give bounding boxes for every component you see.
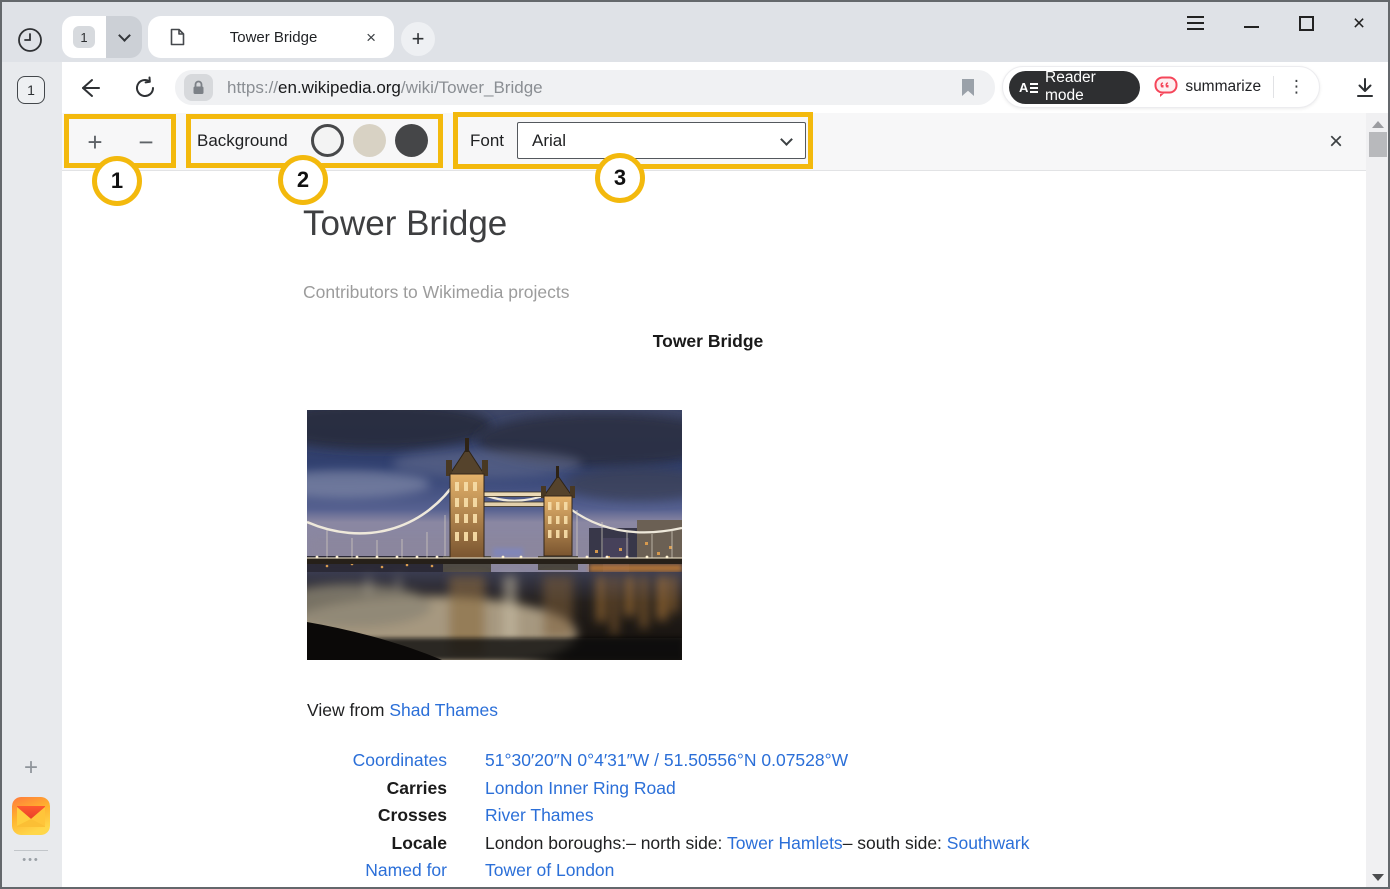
summarize-label: summarize (1185, 78, 1261, 96)
browser-window: 1 Tower Bridge × + × (0, 0, 1390, 889)
bookmark-icon[interactable] (961, 79, 975, 101)
locale-link-tower-hamlets[interactable]: Tower Hamlets (727, 833, 843, 853)
infobox-title: Tower Bridge (303, 331, 1113, 352)
article-image (307, 410, 682, 660)
address-bar[interactable]: https://en.wikipedia.org/wiki/Tower_Brid… (175, 70, 995, 105)
url-scheme: https:// (227, 78, 278, 97)
new-tab-button[interactable]: + (401, 22, 435, 56)
reader-content: Tower Bridge Contributors to Wikimedia p… (62, 171, 1366, 889)
table-row: Carries London Inner Ring Road (303, 775, 1303, 803)
back-button[interactable] (75, 75, 105, 101)
maximize-icon (1299, 16, 1314, 31)
table-row: Named for Tower of London (303, 857, 1303, 885)
mail-app-icon[interactable] (12, 797, 50, 835)
reader-mode-label: Reader mode (1045, 69, 1126, 105)
scrollbar-thumb[interactable] (1369, 132, 1387, 157)
reader-close-button[interactable]: × (1320, 127, 1352, 157)
lock-icon[interactable] (184, 74, 213, 101)
article-byline: Contributors to Wikimedia projects (303, 282, 569, 303)
sidebar-add-button[interactable]: + (0, 754, 62, 782)
toolbar-divider (1273, 76, 1274, 98)
downloads-button[interactable] (1350, 75, 1380, 101)
url-host: en.wikipedia.org (278, 78, 401, 97)
annotation-number-3: 3 (595, 153, 645, 203)
tab-group-expand-button[interactable] (106, 16, 142, 58)
coordinates-value-link[interactable]: 51°30′20″N 0°4′31″W / 51.50556°N 0.07528… (485, 750, 848, 770)
window-maximize-button[interactable] (1289, 12, 1323, 34)
page-icon (170, 28, 185, 46)
extensions-bar: A Reader mode summa (1002, 66, 1320, 108)
sidebar-overflow-button[interactable]: ••• (0, 854, 62, 866)
minimize-icon (1244, 26, 1259, 28)
annotation-number-1: 1 (92, 156, 142, 206)
table-row: Locale London boroughs:– north side: Tow… (303, 830, 1303, 858)
article-title: Tower Bridge (303, 204, 507, 244)
scroll-up-arrow[interactable] (1372, 121, 1384, 128)
locale-link-southwark[interactable]: Southwark (947, 833, 1030, 853)
named-for-label-link[interactable]: Named for (365, 860, 447, 880)
image-caption: View from Shad Thames (307, 700, 498, 721)
reader-mode-icon: A (1019, 80, 1038, 95)
crosses-label: Crosses (303, 802, 447, 830)
annotation-number-2: 2 (278, 155, 328, 205)
window-close-button[interactable]: × (1342, 12, 1376, 34)
url-text: https://en.wikipedia.org/wiki/Tower_Brid… (227, 78, 543, 98)
tab-group-control: 1 (62, 16, 142, 58)
caption-text: View from (307, 700, 389, 720)
carries-label: Carries (303, 775, 447, 803)
summarize-button[interactable]: summarize (1154, 76, 1261, 98)
tab-strip: 1 Tower Bridge × + × (0, 0, 1390, 62)
url-path: /wiki/Tower_Bridge (401, 78, 543, 97)
tab-title: Tower Bridge (185, 29, 362, 46)
svg-text:A: A (1019, 80, 1029, 95)
reader-mode-button[interactable]: A Reader mode (1009, 71, 1140, 104)
navigation-bar: https://en.wikipedia.org/wiki/Tower_Brid… (62, 62, 1390, 113)
infobox-table: Coordinates 51°30′20″N 0°4′31″W / 51.505… (303, 747, 1303, 885)
crosses-value-link[interactable]: River Thames (485, 805, 594, 825)
vertical-scrollbar[interactable] (1366, 113, 1390, 889)
reload-button[interactable] (131, 75, 161, 101)
chevron-down-icon (118, 29, 131, 42)
named-for-value-link[interactable]: Tower of London (485, 860, 614, 880)
workspace-badge-button[interactable]: 1 (17, 76, 45, 104)
hamburger-menu-icon (1187, 16, 1204, 30)
locale-label: Locale (303, 830, 447, 858)
tab-group-button[interactable]: 1 (62, 16, 106, 58)
coordinates-label-link[interactable]: Coordinates (353, 750, 447, 770)
tab-group-count-badge: 1 (73, 26, 95, 48)
browser-menu-button[interactable] (1178, 12, 1212, 34)
tab-close-icon[interactable]: × (362, 27, 380, 48)
caption-link[interactable]: Shad Thames (389, 700, 498, 720)
active-tab[interactable]: Tower Bridge × (148, 16, 394, 58)
sidebar-divider (14, 850, 48, 851)
kebab-menu-icon[interactable]: ⋮ (1280, 77, 1313, 97)
table-row: Crosses River Thames (303, 802, 1303, 830)
history-icon[interactable] (16, 26, 44, 54)
carries-value-link[interactable]: London Inner Ring Road (485, 778, 676, 798)
window-minimize-button[interactable] (1234, 12, 1268, 34)
table-row: Coordinates 51°30′20″N 0°4′31″W / 51.505… (303, 747, 1303, 775)
close-icon: × (1353, 13, 1365, 34)
left-sidebar: 1 + ••• (0, 62, 62, 889)
scroll-down-arrow[interactable] (1372, 874, 1384, 881)
summarize-quote-icon (1154, 76, 1178, 98)
locale-text-mid: – south side: (843, 833, 947, 853)
locale-text-pre: London boroughs:– north side: (485, 833, 727, 853)
